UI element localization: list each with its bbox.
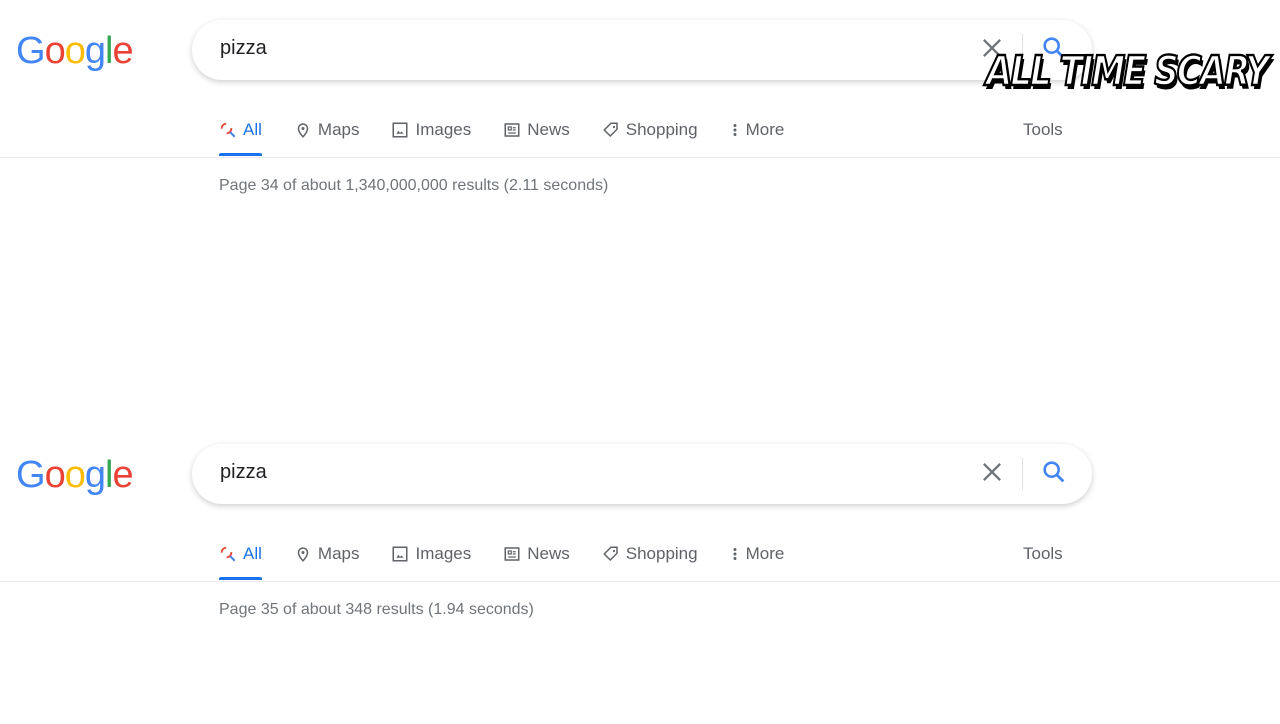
tab-label: Shopping	[625, 544, 698, 563]
search-icon	[220, 122, 236, 138]
tab-more[interactable]: More	[730, 542, 785, 566]
tab-shopping[interactable]: Shopping	[602, 118, 698, 142]
results-panel-2: Google pizza All Maps Images News Shoppi…	[0, 424, 1280, 724]
map-pin-icon	[297, 547, 309, 562]
result-stats: Page 34 of about 1,340,000,000 results (…	[219, 177, 609, 194]
tab-images[interactable]: Images	[391, 118, 471, 142]
close-icon[interactable]	[978, 458, 1006, 486]
news-icon	[504, 547, 520, 561]
tab-label: Maps	[317, 120, 360, 139]
tab-images[interactable]: Images	[391, 542, 471, 566]
tools-button[interactable]: Tools	[1023, 544, 1063, 564]
image-icon	[392, 546, 408, 562]
google-logo[interactable]: Google	[16, 454, 134, 497]
tab-label: News	[527, 120, 570, 139]
news-icon	[504, 123, 520, 137]
search-box[interactable]: pizza	[192, 444, 1092, 504]
search-icon[interactable]	[1040, 458, 1068, 486]
search-input[interactable]: pizza	[220, 37, 267, 60]
search-tabs: All Maps Images News Shopping More	[219, 118, 816, 156]
image-icon	[392, 122, 408, 138]
map-pin-icon	[297, 123, 309, 138]
divider	[1022, 458, 1023, 490]
tab-shopping[interactable]: Shopping	[602, 542, 698, 566]
divider	[0, 581, 1280, 582]
divider	[0, 157, 1280, 158]
tab-news[interactable]: News	[503, 542, 570, 566]
tab-label: All	[243, 544, 262, 563]
results-panel-1: Google pizza All Maps Images News Shoppi…	[0, 0, 1280, 300]
more-vert-icon	[733, 124, 737, 136]
tab-label: More	[745, 120, 785, 139]
tab-all[interactable]: All	[219, 118, 262, 156]
more-vert-icon	[733, 548, 737, 560]
tab-label: Maps	[317, 544, 360, 563]
tag-icon	[602, 122, 618, 138]
tab-maps[interactable]: Maps	[294, 118, 360, 142]
search-input[interactable]: pizza	[220, 461, 267, 484]
tools-button[interactable]: Tools	[1023, 120, 1063, 140]
tab-label: Images	[415, 544, 472, 563]
tab-label: News	[527, 544, 570, 563]
search-tabs: All Maps Images News Shopping More	[219, 542, 816, 580]
tab-label: More	[745, 544, 785, 563]
tab-more[interactable]: More	[730, 118, 785, 142]
tab-label: Shopping	[625, 120, 698, 139]
tab-label: All	[243, 120, 262, 139]
tab-all[interactable]: All	[219, 542, 262, 580]
search-icon	[220, 546, 236, 562]
search-box[interactable]: pizza	[192, 20, 1092, 80]
tag-icon	[602, 546, 618, 562]
tab-label: Images	[415, 120, 472, 139]
watermark-logo: ALL TIME SCARY	[985, 47, 1271, 97]
tab-news[interactable]: News	[503, 118, 570, 142]
tab-maps[interactable]: Maps	[294, 542, 360, 566]
result-stats: Page 35 of about 348 results (1.94 secon…	[219, 601, 534, 618]
google-logo[interactable]: Google	[16, 30, 134, 73]
